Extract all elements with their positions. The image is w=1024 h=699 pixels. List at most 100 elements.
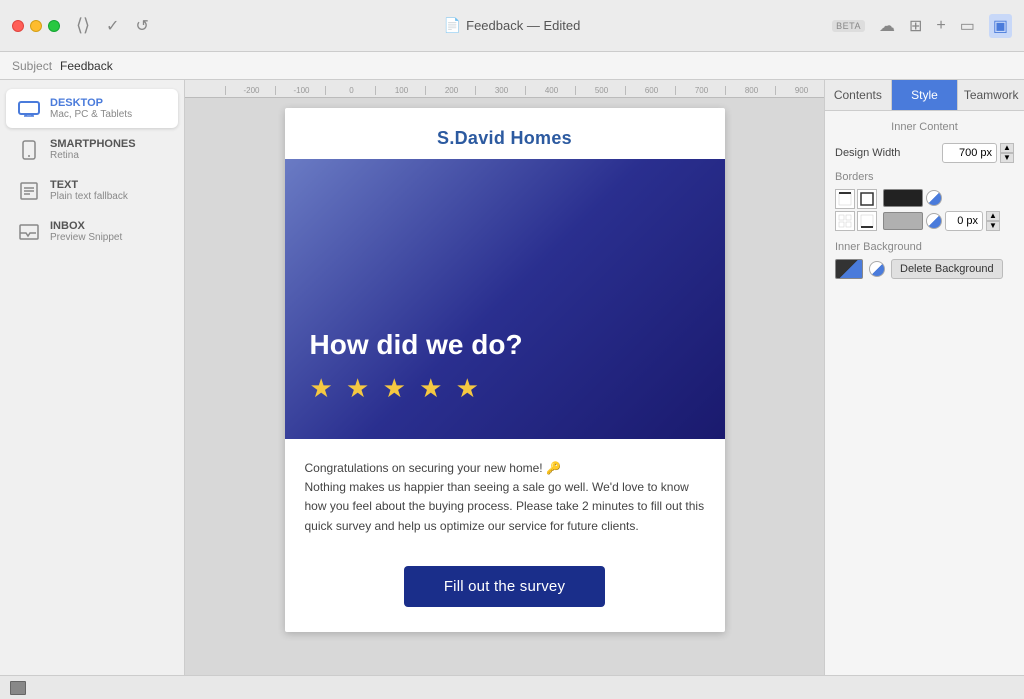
design-width-row: Design Width ▲ ▼	[835, 143, 1014, 163]
titlebar-left-icons: ⟨⟩ ✓ ↺	[76, 15, 149, 36]
cloud-icon[interactable]: ☁	[879, 16, 895, 36]
traffic-lights	[12, 20, 60, 32]
sidebar-item-smartphones[interactable]: SMARTPHONES Retina	[6, 130, 178, 169]
fill-survey-button[interactable]: Fill out the survey	[404, 566, 605, 607]
sidebar-toggle-icon[interactable]: ▣	[989, 14, 1012, 38]
sidebar-desktop-title: DESKTOP	[50, 97, 132, 109]
inner-bg-row: Delete Background	[835, 259, 1014, 279]
hero-title: How did we do?	[310, 329, 700, 361]
sidebar-text-title: TEXT	[50, 179, 128, 191]
border-color-row	[883, 189, 1000, 207]
minimize-button[interactable]	[30, 20, 42, 32]
tab-style[interactable]: Style	[892, 80, 959, 110]
monitor-icon	[18, 101, 40, 117]
border-stepper-down[interactable]: ▼	[986, 221, 1000, 231]
grid-icon[interactable]: ⊞	[909, 16, 922, 36]
stepper-down[interactable]: ▼	[1000, 153, 1014, 163]
text-icon	[18, 183, 40, 199]
stepper-up[interactable]: ▲	[1000, 143, 1014, 153]
refresh-icon[interactable]: ↺	[135, 16, 148, 36]
right-panel: Contents Style Teamwork Inner Content De…	[824, 80, 1024, 675]
sidebar-inbox-title: INBOX	[50, 220, 122, 232]
sidebar-desktop-subtitle: Mac, PC & Tablets	[50, 109, 132, 120]
bottom-panel-icon[interactable]	[10, 681, 26, 695]
inner-bg-swatch[interactable]	[835, 259, 863, 279]
email-cta: Fill out the survey	[285, 551, 725, 632]
inner-content-title: Inner Content	[835, 121, 1014, 133]
email-preview[interactable]: S.David Homes How did we do? ★ ★ ★ ★ ★ C…	[285, 108, 725, 632]
nav-back-icon[interactable]: ⟨⟩	[76, 15, 90, 36]
delete-background-button[interactable]: Delete Background	[891, 259, 1003, 279]
ruler-mark: 500	[575, 86, 625, 95]
border-bottom-preset[interactable]	[857, 211, 877, 231]
border-width-stepper: ▲ ▼	[986, 211, 1000, 231]
window-icon[interactable]: ▭	[960, 16, 975, 36]
canvas-scroll: S.David Homes How did we do? ★ ★ ★ ★ ★ C…	[185, 98, 824, 652]
tab-contents[interactable]: Contents	[825, 80, 892, 110]
sidebar-desktop-text: DESKTOP Mac, PC & Tablets	[50, 97, 132, 120]
window-title: Feedback — Edited	[466, 18, 580, 33]
inbox-icon	[18, 224, 40, 240]
ruler-mark: 900	[775, 86, 824, 95]
ruler-mark: -200	[225, 86, 275, 95]
sidebar-item-text[interactable]: TEXT Plain text fallback	[6, 171, 178, 210]
ruler-mark: 700	[675, 86, 725, 95]
panel-tabs: Contents Style Teamwork	[825, 80, 1024, 111]
border-width-input[interactable]	[945, 211, 983, 231]
design-width-input[interactable]	[942, 143, 997, 163]
hero-stars: ★ ★ ★ ★ ★	[310, 373, 700, 404]
document-icon: 📄	[444, 17, 461, 34]
smartphone-icon	[18, 142, 40, 158]
add-icon[interactable]: +	[936, 17, 945, 35]
design-width-label: Design Width	[835, 147, 900, 159]
beta-badge: BETA	[832, 20, 865, 32]
titlebar: ⟨⟩ ✓ ↺ 📄 Feedback — Edited BETA ☁ ⊞ + ▭ …	[0, 0, 1024, 52]
border-color-swatch[interactable]	[883, 189, 923, 207]
borders-title: Borders	[835, 171, 1014, 183]
sidebar-text-subtitle: Plain text fallback	[50, 191, 128, 202]
border-stepper-up[interactable]: ▲	[986, 211, 1000, 221]
ruler-mark: 300	[475, 86, 525, 95]
email-sender: S.David Homes	[305, 128, 705, 149]
subjectbar: Subject Feedback	[0, 52, 1024, 80]
border-color-picker[interactable]	[926, 190, 942, 206]
email-header: S.David Homes	[285, 108, 725, 159]
border-controls: ▲ ▼	[883, 189, 1000, 231]
inner-bg-picker[interactable]	[869, 261, 885, 277]
inner-background-section: Inner Background Delete Background	[835, 241, 1014, 279]
sidebar-item-desktop[interactable]: DESKTOP Mac, PC & Tablets	[6, 89, 178, 128]
border-all-preset[interactable]	[857, 189, 877, 209]
titlebar-right-icons: BETA ☁ ⊞ + ▭ ▣	[832, 14, 1012, 38]
email-hero[interactable]: How did we do? ★ ★ ★ ★ ★	[285, 159, 725, 439]
border-width-swatch[interactable]	[883, 212, 923, 230]
checkmark-icon[interactable]: ✓	[106, 16, 119, 36]
border-width-picker[interactable]	[926, 213, 942, 229]
design-width-stepper: ▲ ▼	[1000, 143, 1014, 163]
borders-section: Borders	[835, 171, 1014, 231]
ruler-mark: 200	[425, 86, 475, 95]
sidebar-item-inbox[interactable]: INBOX Preview Snippet	[6, 212, 178, 251]
border-presets	[835, 189, 877, 231]
close-button[interactable]	[12, 20, 24, 32]
sidebar-text-text: TEXT Plain text fallback	[50, 179, 128, 202]
canvas-area[interactable]: -200 -100 0 100 200 300 400 500 600 700 …	[185, 80, 824, 675]
titlebar-center: 📄 Feedback — Edited	[444, 17, 581, 34]
ruler-mark: 600	[625, 86, 675, 95]
ruler-mark: 0	[325, 86, 375, 95]
border-width-row: ▲ ▼	[883, 211, 1000, 231]
sidebar-inbox-subtitle: Preview Snippet	[50, 232, 122, 243]
email-body-text: Congratulations on securing your new hom…	[305, 459, 705, 536]
design-width-control[interactable]: ▲ ▼	[942, 143, 1014, 163]
sidebar-smartphones-title: SMARTPHONES	[50, 138, 136, 150]
sidebar: DESKTOP Mac, PC & Tablets SMARTPHONES Re…	[0, 80, 185, 675]
tab-teamwork[interactable]: Teamwork	[958, 80, 1024, 110]
fullscreen-button[interactable]	[48, 20, 60, 32]
border-inner-preset[interactable]	[835, 211, 855, 231]
panel-content: Inner Content Design Width ▲ ▼ Borders	[825, 111, 1024, 675]
email-body: Congratulations on securing your new hom…	[285, 439, 725, 551]
inner-bg-title: Inner Background	[835, 241, 1014, 253]
subject-value: Feedback	[60, 59, 113, 73]
main-area: DESKTOP Mac, PC & Tablets SMARTPHONES Re…	[0, 80, 1024, 675]
border-top-preset[interactable]	[835, 189, 855, 209]
sidebar-smartphones-subtitle: Retina	[50, 150, 136, 161]
